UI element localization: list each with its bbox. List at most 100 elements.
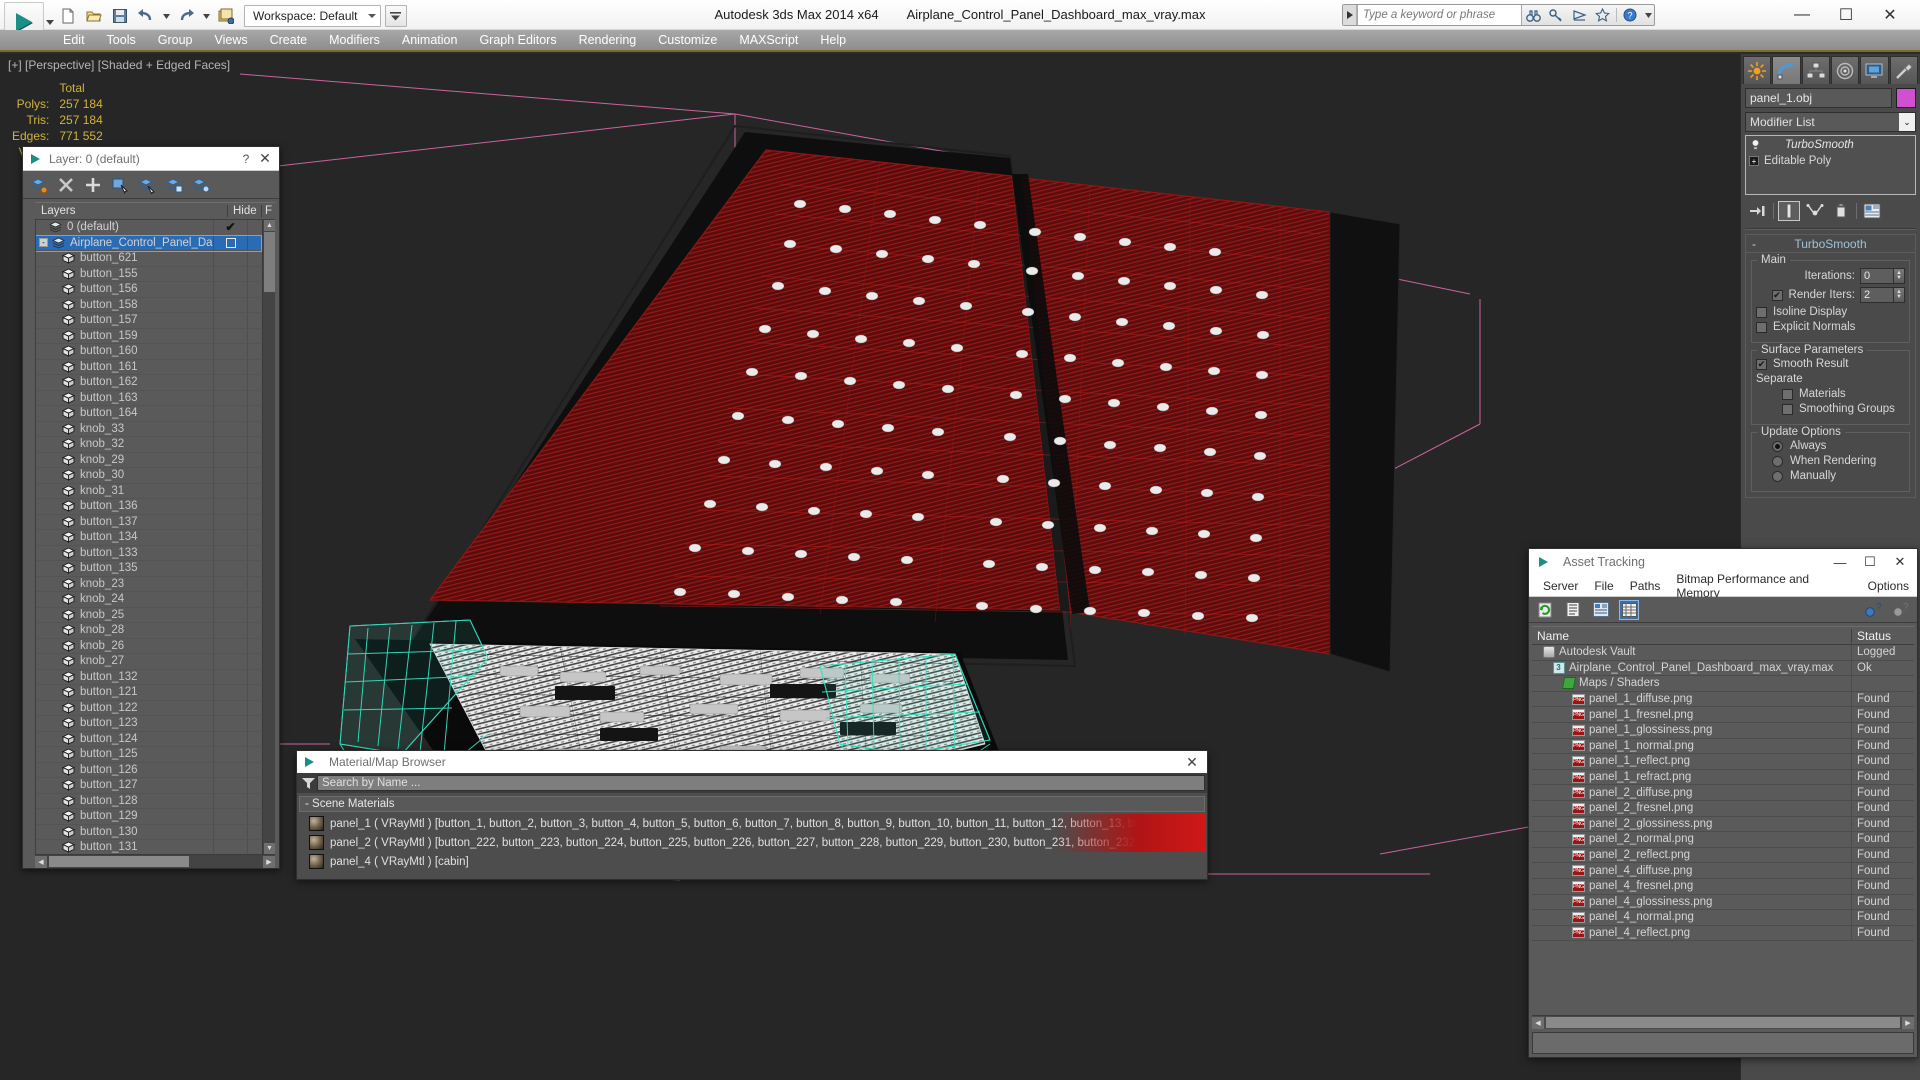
layer-hide-toggle[interactable]	[213, 437, 247, 452]
undo-button[interactable]	[134, 4, 158, 28]
asset-row[interactable]: PNG panel_1_refract.png Found	[1532, 769, 1914, 786]
asset-row-name-cell[interactable]: PNG panel_1_glossiness.png	[1532, 722, 1852, 738]
layer-row[interactable]: knob_30	[36, 468, 261, 484]
find-file-help-icon[interactable]: ?	[1863, 600, 1883, 620]
layer-hide-toggle[interactable]	[213, 483, 247, 498]
menu-customize[interactable]: Customize	[647, 30, 728, 50]
asset-row[interactable]: PNG panel_4_reflect.png Found	[1532, 925, 1914, 942]
layer-row[interactable]: button_162	[36, 375, 261, 391]
layer-freeze-toggle[interactable]	[247, 716, 261, 731]
layer-row-name-cell[interactable]: button_136	[36, 500, 213, 512]
layer-row[interactable]: knob_23	[36, 576, 261, 592]
layer-row-name-cell[interactable]: button_128	[36, 795, 213, 807]
at-column-status[interactable]: Status	[1852, 629, 1914, 643]
layer-row-name-cell[interactable]: button_137	[36, 516, 213, 528]
layer-row[interactable]: button_129	[36, 809, 261, 825]
layer-hide-toggle[interactable]	[213, 390, 247, 405]
layer-hide-toggle[interactable]	[213, 685, 247, 700]
tab-utilities[interactable]	[1889, 56, 1918, 84]
layer-hide-toggle[interactable]	[213, 809, 247, 824]
layer-hide-toggle[interactable]	[213, 700, 247, 715]
asset-row[interactable]: PNG panel_2_glossiness.png Found	[1532, 816, 1914, 833]
layer-row[interactable]: knob_24	[36, 592, 261, 608]
layer-hide-toggle[interactable]	[213, 468, 247, 483]
layer-freeze-toggle[interactable]	[247, 266, 261, 281]
layer-freeze-toggle[interactable]	[247, 654, 261, 669]
layer-row[interactable]: button_126	[36, 762, 261, 778]
layer-hide-toggle[interactable]	[213, 313, 247, 328]
asset-row[interactable]: PNG panel_4_diffuse.png Found	[1532, 863, 1914, 879]
close-button[interactable]: ✕	[1868, 1, 1912, 29]
menu-help[interactable]: Help	[809, 30, 857, 50]
layer-row[interactable]: knob_31	[36, 483, 261, 499]
update-manually-radio[interactable]	[1772, 470, 1783, 482]
layer-freeze-toggle[interactable]	[247, 452, 261, 467]
redo-button[interactable]	[174, 4, 198, 28]
layer-freeze-toggle[interactable]	[247, 514, 261, 529]
layer-hide-toggle[interactable]	[213, 514, 247, 529]
layer-freeze-toggle[interactable]	[247, 220, 261, 235]
layer-row-name-cell[interactable]: button_131	[36, 841, 213, 853]
layer-hide-toggle[interactable]	[213, 638, 247, 653]
turbosmooth-rollout-header[interactable]: - TurboSmooth	[1746, 235, 1915, 253]
asset-row-name-cell[interactable]: PNG panel_1_diffuse.png	[1532, 691, 1852, 707]
layer-freeze-toggle[interactable]	[247, 359, 261, 374]
menu-tools[interactable]: Tools	[96, 30, 147, 50]
layer-row-name-cell[interactable]: button_156	[36, 283, 213, 295]
layer-row-name-cell[interactable]: knob_30	[36, 469, 213, 481]
layer-freeze-toggle[interactable]	[247, 607, 261, 622]
at-hscroll-right-button[interactable]: ▶	[1902, 1016, 1914, 1029]
layer-freeze-toggle[interactable]	[247, 638, 261, 653]
layer-list-horizontal-scrollbar[interactable]: ◀ ▶	[35, 854, 275, 868]
asset-row[interactable]: 3 Airplane_Control_Panel_Dashboard_max_vr…	[1532, 660, 1914, 677]
layer-hscroll-right-button[interactable]: ▶	[263, 855, 275, 868]
render-iters-checkbox[interactable]: ✔	[1771, 289, 1783, 301]
menu-graph-editors[interactable]: Graph Editors	[468, 30, 567, 50]
tab-motion[interactable]	[1830, 56, 1860, 84]
layer-row-name-cell[interactable]: button_132	[36, 671, 213, 683]
layer-row[interactable]: button_128	[36, 793, 261, 809]
layer-row-name-cell[interactable]: 0 (default)	[36, 221, 213, 233]
asset-row-name-cell[interactable]: PNG panel_4_glossiness.png	[1532, 894, 1852, 910]
layer-freeze-toggle[interactable]	[247, 793, 261, 808]
make-unique-icon[interactable]	[1804, 201, 1826, 221]
asset-row[interactable]: PNG panel_2_normal.png Found	[1532, 832, 1914, 848]
asset-tracking-maximize-button[interactable]: ☐	[1855, 550, 1885, 574]
tab-modify[interactable]	[1772, 56, 1801, 84]
show-end-result-icon[interactable]	[1778, 201, 1800, 221]
add-selection-icon[interactable]	[83, 175, 103, 195]
select-layer-objects-icon[interactable]	[137, 175, 157, 195]
modifier-list-dropdown[interactable]: Modifier List ⌄	[1745, 112, 1916, 132]
layer-freeze-toggle[interactable]	[247, 344, 261, 359]
workspace-dropdown-button[interactable]	[384, 5, 407, 27]
layer-row-name-cell[interactable]: button_163	[36, 392, 213, 404]
layer-hide-toggle[interactable]	[213, 623, 247, 638]
layer-scroll-down-button[interactable]: ▼	[264, 843, 275, 854]
layer-row-name-cell[interactable]: knob_31	[36, 485, 213, 497]
asset-row[interactable]: PNG panel_1_reflect.png Found	[1532, 754, 1914, 770]
layer-row[interactable]: button_122	[36, 700, 261, 716]
layer-scroll-up-button[interactable]: ▲	[264, 220, 275, 231]
layer-row[interactable]: 0 (default) ✔	[36, 220, 261, 236]
tab-display[interactable]	[1860, 56, 1889, 84]
viewport-label[interactable]: [+] [Perspective] [Shaded + Edged Faces]	[8, 58, 230, 72]
layer-hide-toggle[interactable]	[213, 654, 247, 669]
render-iters-stepper[interactable]: ▲ ▼	[1894, 287, 1905, 303]
asset-row-name-cell[interactable]: PNG panel_4_reflect.png	[1532, 925, 1852, 941]
layer-row-name-cell[interactable]: button_161	[36, 361, 213, 373]
layer-freeze-toggle[interactable]	[247, 421, 261, 436]
layer-row[interactable]: button_156	[36, 282, 261, 298]
maximize-button[interactable]: ☐	[1824, 1, 1868, 29]
layer-row-name-cell[interactable]: button_126	[36, 764, 213, 776]
layer-hide-toggle[interactable]	[213, 762, 247, 777]
layer-row-name-cell[interactable]: knob_32	[36, 438, 213, 450]
layer-list-body[interactable]: 0 (default) ✔ - Airplane_Control_Panel_Dash…	[35, 220, 275, 854]
layer-hide-toggle[interactable]	[213, 406, 247, 421]
layer-freeze-toggle[interactable]	[247, 592, 261, 607]
layer-row-name-cell[interactable]: button_159	[36, 330, 213, 342]
layer-hide-toggle[interactable]	[213, 545, 247, 560]
layer-hide-toggle[interactable]	[213, 576, 247, 591]
details-view-icon[interactable]	[1591, 600, 1611, 620]
layer-row-name-cell[interactable]: button_130	[36, 826, 213, 838]
asset-row-name-cell[interactable]: PNG panel_2_normal.png	[1532, 832, 1852, 847]
